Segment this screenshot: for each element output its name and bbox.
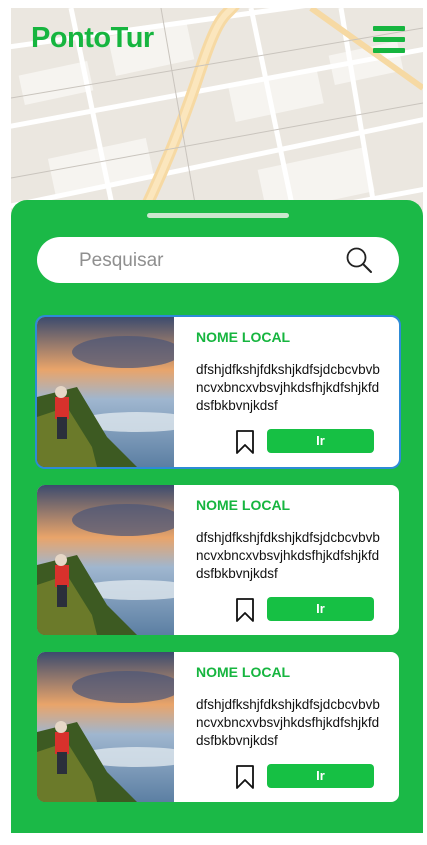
place-name: NOME LOCAL — [196, 664, 291, 680]
place-image — [37, 485, 174, 635]
bookmark-icon[interactable] — [235, 597, 255, 623]
search-input[interactable] — [77, 245, 331, 277]
go-button[interactable]: Ir — [267, 429, 374, 453]
place-description: dfshjdfkshjfdkshjkdfsjdcbcvbvbncvxbncxvb… — [196, 697, 380, 748]
search-bar — [37, 237, 399, 283]
bottom-sheet: NOME LOCAL dfshjdfkshjfdkshjkdfsjdcbcvbv… — [11, 200, 423, 833]
place-description: dfshjdfkshjfdkshjkdfsjdcbcvbvbncvxbncxvb… — [196, 530, 380, 581]
go-button[interactable]: Ir — [267, 764, 374, 788]
app-title: PontoTur — [31, 22, 154, 54]
search-icon[interactable] — [345, 246, 373, 274]
place-card[interactable]: NOME LOCAL dfshjdfkshjfdkshjkdfsjdcbcvbv… — [37, 652, 399, 802]
bookmark-icon[interactable] — [235, 764, 255, 790]
place-card[interactable]: NOME LOCAL dfshjdfkshjfdkshjkdfsjdcbcvbv… — [37, 485, 399, 635]
place-card[interactable]: NOME LOCAL dfshjdfkshjfdkshjkdfsjdcbcvbv… — [37, 317, 399, 467]
app-screen: PontoTur Pesquisar NOME LOCAL dfshjdfksh… — [11, 8, 423, 833]
place-image — [37, 317, 174, 467]
go-button[interactable]: Ir — [267, 597, 374, 621]
place-name: NOME LOCAL — [196, 497, 291, 513]
place-description: dfshjdfkshjfdkshjkdfsjdcbcvbvbncvxbncxvb… — [196, 362, 380, 413]
sheet-drag-handle[interactable] — [147, 213, 289, 218]
place-name: NOME LOCAL — [196, 329, 291, 345]
hamburger-menu-icon[interactable] — [373, 26, 405, 54]
place-image — [37, 652, 174, 802]
bookmark-icon[interactable] — [235, 429, 255, 455]
